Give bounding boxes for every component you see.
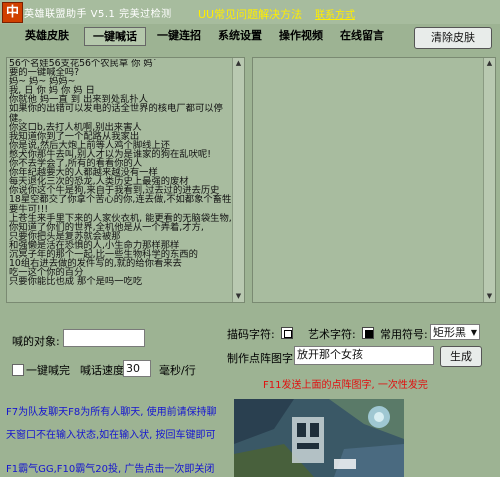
title-bar: 中 英雄联盟助手 V5.1 完美过检测 UU常见问题解决方法 联系方式: [0, 0, 500, 24]
art-color-swatch[interactable]: [362, 327, 374, 339]
scroll-down-icon[interactable]: ▼: [233, 291, 244, 302]
chat-scrollbar[interactable]: ▲ ▼: [232, 58, 244, 302]
f11-tip: F11发送上面的点阵图字, 一次性发完: [263, 380, 428, 391]
target-input[interactable]: [63, 329, 145, 347]
once-label: 一键喊完: [26, 364, 70, 377]
symbol-select[interactable]: 矩形黑 ▼: [430, 324, 480, 340]
speed-unit: 毫秒/行: [159, 364, 196, 377]
stroke-label: 描码字符:: [227, 328, 275, 341]
contact-link[interactable]: 联系方式: [315, 6, 355, 21]
tip-line-2: 天窗口不在输入状态,如在输入状, 按回车键即可: [6, 430, 216, 441]
chevron-down-icon: ▼: [470, 328, 477, 337]
chat-text-panel[interactable]: 56个名娃56支花56个农民草 你 妈` 要的一键喊全吗? 妈~ 妈~ 妈妈~ …: [6, 57, 245, 303]
speed-label: 喊话速度:: [80, 364, 128, 377]
stroke-color-swatch[interactable]: [281, 327, 293, 339]
clear-skin-button[interactable]: 清除皮肤: [414, 27, 492, 49]
scroll-down-icon[interactable]: ▼: [484, 291, 495, 302]
scroll-up-icon[interactable]: ▲: [484, 58, 495, 69]
scroll-up-icon[interactable]: ▲: [233, 58, 244, 69]
tab-message[interactable]: 在线留言: [333, 27, 391, 44]
dot-text-input[interactable]: 放开那个女孩: [294, 346, 434, 365]
output-scrollbar[interactable]: ▲ ▼: [483, 58, 495, 302]
tip-line-1: F7为队友聊天F8为所有人聊天, 使用前请保持聊: [6, 407, 217, 418]
tab-settings[interactable]: 系统设置: [211, 27, 269, 44]
speed-input[interactable]: 30: [123, 360, 151, 377]
tab-video[interactable]: 操作视频: [272, 27, 330, 44]
game-preview-image[interactable]: [234, 399, 404, 477]
tip-line-3: F1霸气GG,F10霸气20投, 广告点击一次即关闭: [6, 464, 215, 475]
generate-button[interactable]: 生成: [440, 346, 482, 367]
chat-textarea[interactable]: 56个名娃56支花56个农民草 你 妈` 要的一键喊全吗? 妈~ 妈~ 妈妈~ …: [9, 59, 231, 299]
art-label: 艺术字符:: [308, 328, 356, 341]
dot-label: 制作点阵图字:: [227, 352, 297, 365]
tab-one-click-combo[interactable]: 一键连招: [150, 27, 208, 44]
once-checkbox[interactable]: [12, 364, 24, 376]
output-text-panel[interactable]: ▲ ▼: [252, 57, 496, 303]
tab-hero-skin[interactable]: 英雄皮肤: [22, 27, 72, 44]
app-title: 英雄联盟助手 V5.1 完美过检测: [24, 9, 172, 20]
target-label: 喊的对象:: [12, 335, 60, 348]
tab-one-click-shout[interactable]: 一键喊话: [84, 27, 146, 46]
symbol-label: 常用符号:: [380, 328, 428, 341]
app-logo: 中: [2, 2, 23, 23]
symbol-select-value: 矩形黑: [433, 326, 466, 339]
help-link[interactable]: UU常见问题解决方法: [198, 6, 302, 22]
